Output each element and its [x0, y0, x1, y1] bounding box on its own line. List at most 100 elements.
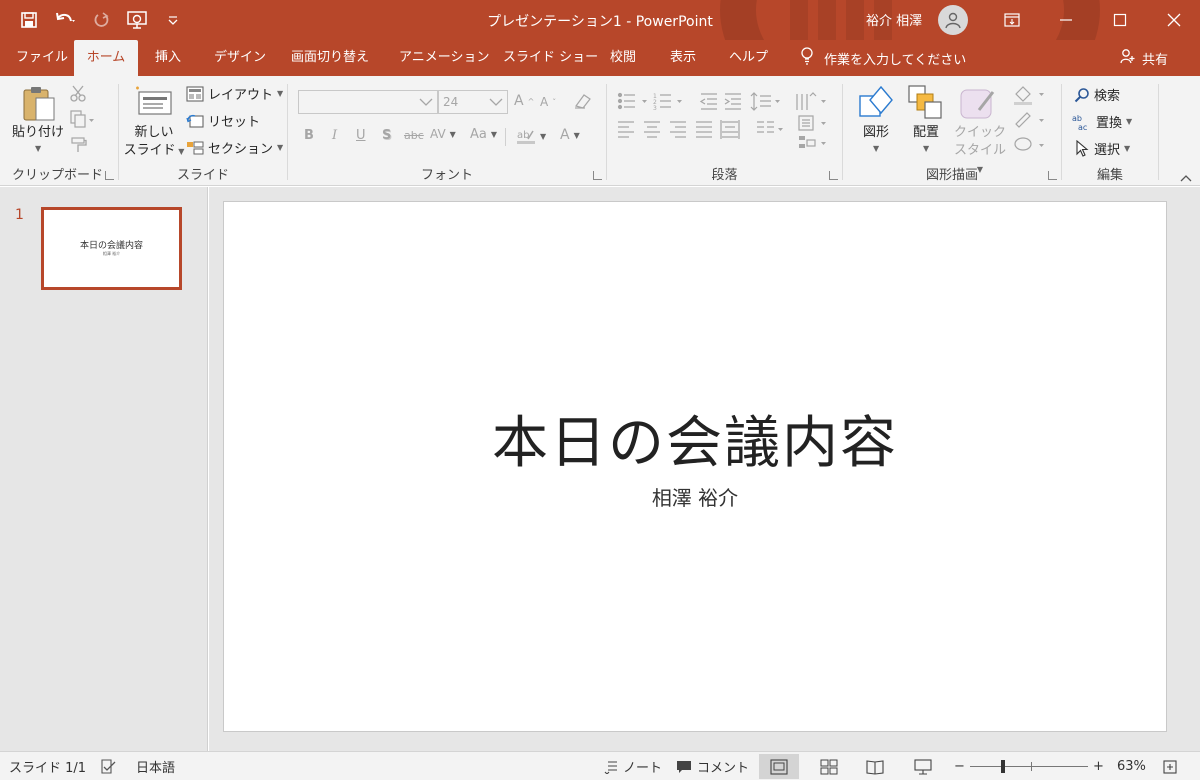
ribbon-display-options-button[interactable] — [985, 0, 1039, 40]
start-slideshow-icon[interactable] — [126, 9, 148, 31]
drawing-launcher-icon[interactable] — [1048, 171, 1057, 180]
shapes-icon[interactable] — [857, 84, 895, 124]
align-right-icon[interactable] — [670, 121, 686, 138]
line-spacing-icon[interactable] — [750, 92, 780, 111]
columns-icon[interactable] — [757, 121, 783, 133]
char-spacing-button[interactable]: AV ▼ — [430, 127, 456, 141]
grow-font-button[interactable]: A ^ — [514, 93, 534, 109]
select-button[interactable]: 選択 ▼ — [1074, 139, 1130, 158]
shape-fill-icon[interactable] — [1014, 86, 1044, 105]
collapse-ribbon-icon[interactable] — [1180, 171, 1192, 182]
slide-sorter-icon[interactable] — [809, 754, 849, 779]
tab-design[interactable]: デザイン — [214, 40, 266, 76]
tab-home[interactable]: ホーム — [74, 40, 138, 76]
minimize-button[interactable] — [1039, 0, 1093, 40]
comments-button[interactable]: コメント — [676, 752, 749, 780]
align-left-icon[interactable] — [618, 121, 634, 138]
shapes-button[interactable]: 図形 — [851, 124, 901, 141]
copy-icon[interactable] — [70, 110, 96, 132]
paste-dropdown-icon[interactable]: ▼ — [35, 144, 41, 153]
tell-me-search[interactable]: 作業を入力してください — [800, 40, 966, 76]
tab-help[interactable]: ヘルプ — [729, 40, 768, 76]
redo-icon[interactable] — [90, 9, 112, 31]
normal-view-icon[interactable] — [759, 754, 799, 779]
clipboard-launcher-icon[interactable] — [105, 171, 114, 180]
slide-thumbnail[interactable]: 本日の会議内容 相澤 裕介 — [41, 207, 182, 290]
section-button[interactable]: セクション ▼ — [186, 138, 283, 157]
shrink-font-button[interactable]: Aˇ — [540, 95, 556, 109]
bold-button[interactable]: B — [304, 128, 314, 143]
close-button[interactable] — [1147, 0, 1200, 40]
replace-button[interactable]: ab ac 置換 ▼ — [1072, 112, 1132, 132]
arrange-icon[interactable] — [907, 84, 943, 124]
slide-subtitle[interactable]: 相澤 裕介 — [224, 482, 1166, 511]
quick-styles-icon[interactable] — [959, 86, 999, 126]
slideshow-view-icon[interactable] — [903, 754, 943, 779]
paste-icon[interactable] — [22, 84, 56, 124]
decrease-indent-icon[interactable] — [699, 93, 717, 110]
zoom-level[interactable]: 63% — [1117, 752, 1146, 780]
change-case-button[interactable]: Aa ▼ — [470, 127, 497, 142]
strikethrough-button[interactable]: abc — [404, 129, 424, 142]
arrange-dropdown-icon[interactable]: ▼ — [923, 144, 929, 153]
fit-to-window-icon[interactable] — [1162, 752, 1178, 780]
zoom-out-button[interactable]: − — [954, 752, 965, 780]
user-name[interactable]: 裕介 相澤 — [866, 10, 922, 29]
zoom-slider-thumb[interactable] — [1001, 760, 1005, 773]
maximize-button[interactable] — [1093, 0, 1147, 40]
undo-icon[interactable] — [54, 9, 76, 31]
zoom-in-button[interactable]: + — [1093, 752, 1104, 780]
zoom-slider-track[interactable] — [970, 766, 1088, 767]
reset-button[interactable]: リセット — [186, 111, 260, 130]
notes-button[interactable]: ノート — [604, 752, 662, 780]
new-slide-line1[interactable]: 新しい — [123, 124, 185, 141]
font-color-button[interactable]: A ▼ — [560, 127, 580, 143]
shape-effects-icon[interactable] — [1014, 137, 1044, 151]
paragraph-launcher-icon[interactable] — [829, 171, 838, 180]
new-slide-icon[interactable] — [133, 84, 173, 122]
slide-canvas[interactable]: 本日の会議内容 相澤 裕介 — [223, 201, 1167, 732]
language[interactable]: 日本語 — [136, 752, 175, 780]
justify-icon[interactable] — [696, 121, 712, 138]
slide-title[interactable]: 本日の会議内容 — [224, 398, 1166, 479]
share-button[interactable]: 共有 — [1120, 40, 1168, 76]
spell-check-icon[interactable] — [100, 752, 118, 780]
tab-view[interactable]: 表示 — [670, 40, 696, 76]
layout-button[interactable]: レイアウト ▼ — [186, 84, 283, 103]
tab-transitions[interactable]: 画面切り替え — [291, 40, 369, 76]
font-size-combo[interactable]: 24 — [438, 90, 508, 114]
text-direction-icon[interactable] — [796, 92, 826, 110]
clear-formatting-icon[interactable] — [573, 92, 593, 114]
customize-qat-icon[interactable] — [162, 9, 184, 31]
find-button[interactable]: 検索 — [1074, 85, 1120, 104]
text-shadow-button[interactable]: S — [382, 128, 391, 143]
numbering-icon[interactable]: 123 — [653, 93, 682, 112]
smartart-icon[interactable] — [799, 136, 826, 148]
font-launcher-icon[interactable] — [593, 171, 602, 180]
tab-insert[interactable]: 挿入 — [155, 40, 181, 76]
distributed-icon[interactable] — [720, 120, 740, 139]
slide-count[interactable]: スライド 1/1 — [9, 752, 86, 780]
format-painter-icon[interactable] — [70, 136, 88, 158]
new-slide-button[interactable]: スライド ▼ — [123, 142, 185, 160]
shapes-dropdown-icon[interactable]: ▼ — [873, 144, 879, 153]
shape-outline-icon[interactable] — [1015, 112, 1044, 128]
tab-animations[interactable]: アニメーション — [399, 40, 489, 76]
paste-button[interactable]: 貼り付け — [6, 124, 70, 141]
bullets-icon[interactable] — [617, 92, 648, 110]
underline-button[interactable]: U — [356, 128, 366, 143]
save-icon[interactable] — [18, 9, 40, 31]
reading-view-icon[interactable] — [855, 754, 895, 779]
quick-styles-line1[interactable]: クイック — [951, 124, 1009, 141]
tab-slideshow[interactable]: スライド ショー — [503, 40, 598, 76]
avatar[interactable] — [938, 5, 968, 35]
italic-button[interactable]: I — [332, 128, 337, 143]
increase-indent-icon[interactable] — [724, 93, 741, 110]
arrange-button[interactable]: 配置 — [901, 124, 951, 141]
tab-review[interactable]: 校閲 — [610, 40, 636, 76]
tab-file[interactable]: ファイル — [16, 40, 68, 76]
highlight-button[interactable]: ab ▼ — [516, 127, 546, 145]
align-center-icon[interactable] — [644, 121, 660, 138]
font-name-combo[interactable] — [298, 90, 438, 114]
cut-icon[interactable] — [70, 84, 88, 106]
